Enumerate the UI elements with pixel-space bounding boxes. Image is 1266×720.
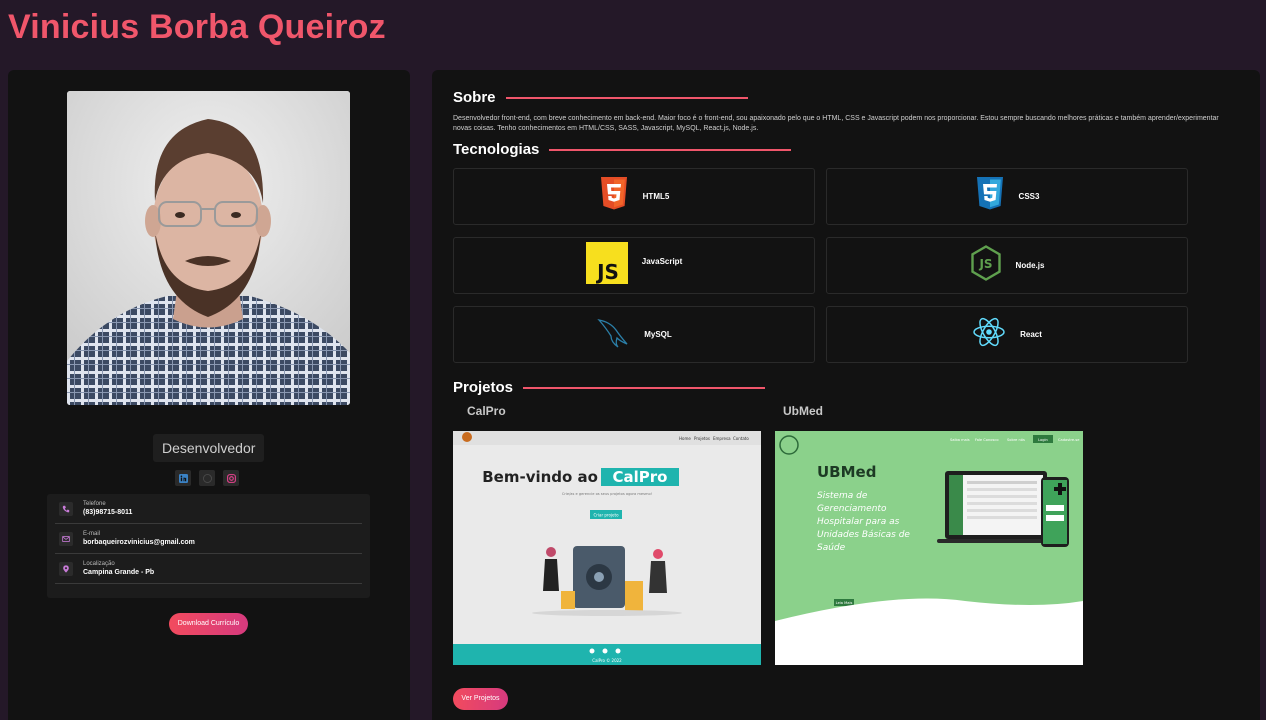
ubmed-subtitle-5: Saúde — [817, 543, 846, 553]
project-name: CalPro — [467, 404, 506, 418]
profile-photo — [67, 91, 350, 405]
ubmed-subtitle-2: Gerenciamento — [817, 504, 887, 514]
contact-label: Localização — [83, 561, 115, 567]
nodejs-icon: JS — [970, 245, 1002, 286]
contact-value[interactable]: borbaqueirozvinicius@gmail.com — [83, 539, 195, 546]
ubmed-nav-3: Sobre nós — [1007, 438, 1025, 442]
tech-name: JavaScript — [641, 257, 683, 266]
calpro-cta: Criar projeto — [593, 513, 619, 518]
contact-value[interactable]: (83)98715-8011 — [83, 509, 132, 516]
section-title-technologies: Tecnologias — [453, 141, 792, 158]
calpro-nav-empresa: Empresa — [713, 436, 731, 441]
ubmed-nav-5: Cadastre-se — [1058, 438, 1080, 442]
contact-list: Telefone (83)98715-8011 E-mail borbaquei… — [47, 494, 370, 598]
svg-text:JS: JS — [978, 257, 992, 271]
project-name: UbMed — [783, 404, 823, 418]
location-icon — [59, 561, 73, 576]
section-title-projects: Projetos — [453, 379, 766, 396]
ubmed-nav-2: Fale Conosco — [975, 438, 999, 442]
ubmed-heading: UBMed — [817, 463, 876, 481]
tech-name: HTML5 — [642, 192, 670, 201]
css3-icon — [975, 177, 1005, 216]
mail-icon — [59, 531, 73, 546]
tech-card-css3: CSS3 — [826, 168, 1188, 225]
profile-card: Desenvolvedor Telefone (83)98715-8011 E-… — [8, 70, 410, 720]
calpro-heading: Bem-vindo ao — [482, 468, 598, 486]
about-text: Desenvolvedor front-end, com breve conhe… — [453, 115, 1219, 132]
contact-value: Campina Grande - Pb — [83, 569, 155, 576]
tech-card-html5: HTML5 — [453, 168, 815, 225]
react-icon — [972, 316, 1006, 353]
section-divider — [523, 386, 766, 389]
javascript-icon: JS — [585, 242, 628, 289]
main-panel: Sobre Desenvolvedor front-end, com breve… — [432, 70, 1260, 720]
calpro-nav-home: Home — [679, 436, 691, 441]
svg-text:JS: JS — [595, 260, 619, 284]
ubmed-cta: Leia Mais — [836, 601, 853, 605]
section-title-text: Tecnologias — [453, 141, 540, 158]
contact-location: Localização Campina Grande - Pb — [55, 554, 362, 584]
project-preview-ubmed[interactable]: Saiba mais Fale Conosco Sobre nós Login … — [775, 431, 1083, 665]
phone-icon — [59, 501, 73, 516]
section-divider — [505, 96, 748, 99]
section-title-about: Sobre — [453, 89, 748, 106]
ubmed-subtitle-1: Sistema de — [817, 491, 868, 501]
calpro-footer: CalPro © 2022 — [592, 658, 622, 663]
ubmed-nav-1: Saiba mais — [950, 438, 970, 442]
download-resume-button[interactable]: Download Currículo — [169, 613, 248, 635]
tech-card-javascript: JS JavaScript — [453, 237, 815, 294]
section-title-text: Sobre — [453, 89, 496, 106]
calpro-tagline: Crie/as e gerencie os seus projetos agor… — [562, 492, 652, 496]
calpro-heading-brand: CalPro — [613, 468, 668, 486]
ubmed-subtitle-4: Unidades Básicas de — [817, 530, 910, 540]
ubmed-nav-login: Login — [1038, 438, 1048, 442]
tech-name: React — [1020, 330, 1042, 339]
section-title-text: Projetos — [453, 379, 514, 396]
github-icon[interactable] — [199, 470, 215, 486]
contact-phone: Telefone (83)98715-8011 — [55, 494, 362, 524]
social-links — [175, 470, 239, 486]
contact-email: E-mail borbaqueirozvinicius@gmail.com — [55, 524, 362, 554]
mysql-icon — [596, 316, 630, 353]
calpro-nav-contato: Contato — [733, 436, 749, 441]
contact-label: E-mail — [83, 531, 101, 537]
section-divider — [549, 148, 792, 151]
linkedin-icon[interactable] — [175, 470, 191, 486]
page-title: Vinicius Borba Queiroz — [8, 8, 386, 46]
tech-card-mysql: MySQL — [453, 306, 815, 363]
view-projects-button[interactable]: Ver Projetos — [453, 688, 508, 710]
tech-name: MySQL — [644, 330, 672, 339]
contact-label: Telefone — [83, 501, 106, 507]
ubmed-subtitle-3: Hospitalar para as — [817, 517, 900, 527]
role-badge: Desenvolvedor — [153, 434, 265, 462]
html5-icon — [599, 177, 629, 216]
tech-name: Node.js — [1015, 261, 1045, 270]
instagram-icon[interactable] — [223, 470, 239, 486]
tech-card-react: React — [826, 306, 1188, 363]
tech-name: CSS3 — [1018, 192, 1040, 201]
calpro-nav-projetos: Projetos — [694, 436, 710, 441]
project-preview-calpro[interactable]: Home Projetos Empresa Contato Bem-vindo … — [453, 431, 761, 665]
tech-card-nodejs: JS Node.js — [826, 237, 1188, 294]
